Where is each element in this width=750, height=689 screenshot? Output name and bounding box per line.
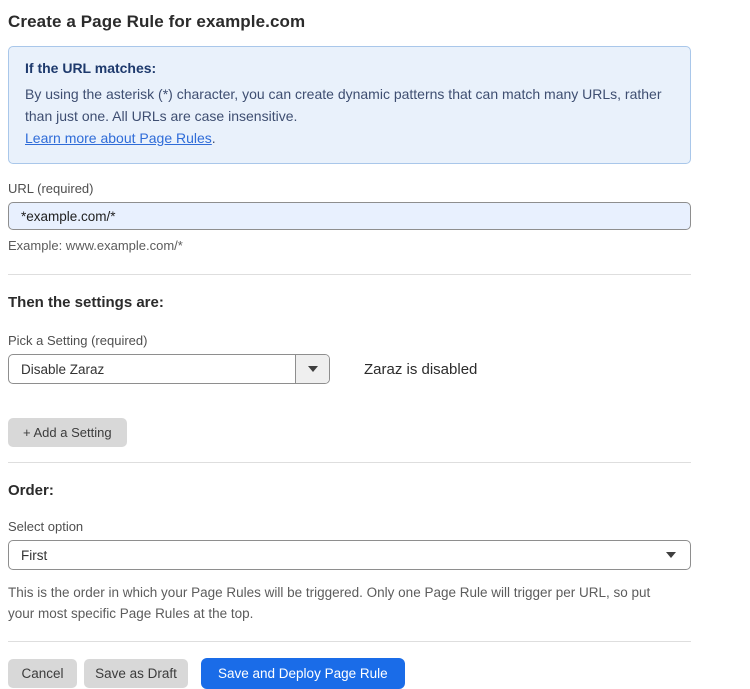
- setting-status-text: Zaraz is disabled: [364, 361, 477, 378]
- order-select-value: First: [21, 548, 47, 563]
- caret-down-icon: [666, 552, 676, 558]
- settings-section-heading: Then the settings are:: [8, 294, 699, 311]
- info-box-heading: If the URL matches:: [25, 60, 674, 76]
- caret-down-icon: [308, 366, 318, 372]
- pick-setting-label: Pick a Setting (required): [8, 333, 699, 348]
- url-input[interactable]: [8, 202, 691, 230]
- form-actions: Cancel Save as Draft Save and Deploy Pag…: [8, 658, 699, 689]
- divider: [8, 462, 691, 463]
- info-box-body: By using the asterisk (*) character, you…: [25, 83, 665, 127]
- order-help-text: This is the order in which your Page Rul…: [8, 582, 680, 624]
- cancel-button[interactable]: Cancel: [8, 659, 77, 688]
- setting-select-arrow-button[interactable]: [295, 355, 329, 383]
- url-example-text: Example: www.example.com/*: [8, 238, 699, 253]
- url-field-label: URL (required): [8, 181, 699, 196]
- page-rule-form: Create a Page Rule for example.com If th…: [0, 0, 699, 689]
- setting-select[interactable]: Disable Zaraz: [8, 354, 330, 384]
- info-link-line: Learn more about Page Rules.: [25, 127, 674, 149]
- order-select[interactable]: First: [8, 540, 691, 570]
- setting-select-value: Disable Zaraz: [9, 355, 295, 383]
- save-and-deploy-button[interactable]: Save and Deploy Page Rule: [201, 658, 405, 689]
- url-match-info-box: If the URL matches: By using the asteris…: [8, 46, 691, 164]
- save-as-draft-button[interactable]: Save as Draft: [84, 659, 188, 688]
- link-period: .: [212, 130, 216, 146]
- order-select-label: Select option: [8, 519, 699, 534]
- add-setting-button[interactable]: + Add a Setting: [8, 418, 127, 447]
- divider: [8, 641, 691, 642]
- setting-row: Disable Zaraz Zaraz is disabled: [8, 354, 699, 384]
- learn-more-link[interactable]: Learn more about Page Rules: [25, 130, 212, 146]
- page-title: Create a Page Rule for example.com: [8, 12, 699, 32]
- order-section-heading: Order:: [8, 482, 699, 499]
- divider: [8, 274, 691, 275]
